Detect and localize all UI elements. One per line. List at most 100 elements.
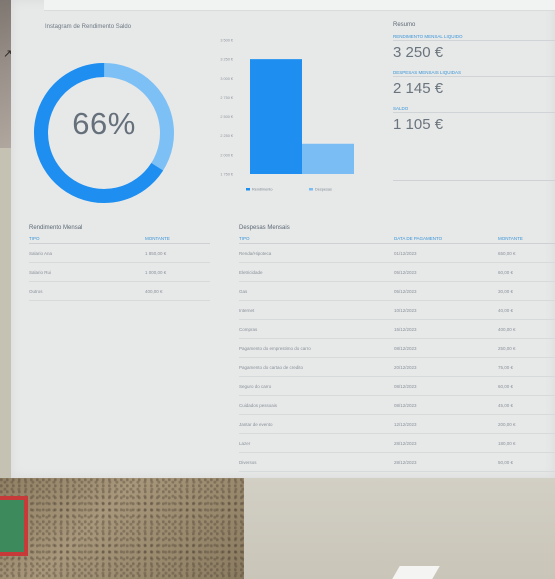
- table-cell: 180,00 €: [498, 440, 516, 446]
- table-cell: Salario Ana: [29, 250, 53, 256]
- table-cell: 400,00 €: [498, 326, 516, 332]
- summary-item: DESPESAS MENSAIS LIQUIDAS 2 145 €: [393, 70, 555, 97]
- expense-table-body: Renda/Hipoteca 01/12/2023 650,00 € Eletrici…: [239, 244, 555, 472]
- table-row: Cuidados pessoais 08/12/2023 45,00 €: [239, 396, 555, 415]
- table-cell: Pagamento do cartao de credito: [239, 364, 304, 370]
- background-red-object: [0, 496, 28, 556]
- table-cell: 40,00 €: [498, 307, 514, 313]
- legend-label: Despesas: [315, 188, 332, 192]
- table-cell: Compras: [239, 326, 258, 332]
- table-cell: 05/12/2023: [394, 269, 417, 275]
- top-strip: [44, 0, 555, 11]
- expense-table-title: Despesas Mensais: [239, 225, 290, 231]
- table-cell: 200,00 €: [498, 421, 516, 427]
- y-tick-label: 2 250 €: [220, 134, 234, 138]
- bar: [250, 59, 302, 175]
- table-cell: 15/12/2023: [394, 326, 417, 332]
- summary-value: 1 105 €: [393, 116, 444, 133]
- table-row: Jantar de evento 12/12/2023 200,00 €: [239, 415, 555, 434]
- income-table: Rendimento Mensal TIPO MONTANTE Salario …: [29, 225, 210, 301]
- table-cell: Jantar de evento: [239, 421, 273, 427]
- background-photo-bottom-right: [244, 478, 555, 579]
- table-row: Diversos 28/12/2023 50,00 €: [239, 453, 555, 472]
- pen-mark-icon: ↗: [3, 47, 13, 60]
- summary-value: 2 145 €: [393, 80, 444, 97]
- summary-item: RENDIMENTO MENSAL LIQUIDO 3 250 €: [393, 34, 555, 61]
- summary-title: Resumo: [393, 22, 416, 28]
- table-row: Compras 15/12/2023 400,00 €: [239, 320, 555, 339]
- summary-value: 3 250 €: [393, 44, 444, 61]
- summary-divider: [393, 112, 555, 113]
- table-row: Internet 10/12/2023 40,00 €: [239, 301, 555, 320]
- income-table-body: Salario Ana 1 850,00 € Salario Rui 1 000,00…: [29, 244, 210, 301]
- table-cell: 75,00 €: [498, 364, 514, 370]
- table-cell: 12/12/2023: [394, 421, 417, 427]
- table-row: Salario Ana 1 850,00 €: [29, 244, 210, 263]
- table-cell: 1 000,00 €: [145, 269, 167, 275]
- table-cell: 60,00 €: [498, 383, 514, 389]
- background-white-shape: [392, 566, 440, 579]
- table-cell: Seguro do carro: [239, 383, 272, 389]
- table-cell: 1 850,00 €: [145, 250, 167, 256]
- y-tick-label: 2 500 €: [220, 115, 234, 119]
- bar: [302, 143, 354, 174]
- y-tick-label: 3 250 €: [220, 58, 234, 62]
- table-row: Salario Rui 1 000,00 €: [29, 263, 210, 282]
- table-cell: Gas: [239, 288, 248, 294]
- table-cell: 60,00 €: [498, 269, 514, 275]
- summary-panel: Resumo RENDIMENTO MENSAL LIQUIDO 3 250 €…: [393, 22, 555, 181]
- table-cell: 05/12/2023: [394, 288, 417, 294]
- table-cell: Salario Rui: [29, 269, 52, 275]
- table-cell: 45,00 €: [498, 402, 514, 408]
- y-tick-label: 1 750 €: [220, 173, 234, 177]
- col-header-amount[interactable]: MONTANTE: [498, 236, 555, 241]
- table-cell: 250,00 €: [498, 345, 516, 351]
- summary-bottom-divider: [393, 180, 555, 181]
- summary-label: SALDO: [393, 106, 409, 111]
- table-cell: 650,00 €: [498, 250, 516, 256]
- table-cell: 08/12/2023: [394, 402, 417, 408]
- table-row: Eletricidade 05/12/2023 60,00 €: [239, 263, 555, 282]
- summary-divider: [393, 76, 555, 77]
- donut-percent-label: 66%: [72, 106, 136, 141]
- table-cell: Cuidados pessoais: [239, 402, 278, 408]
- table-row: Pagamento do cartao de credito 20/12/2023…: [239, 358, 555, 377]
- legend-swatch: [246, 188, 250, 191]
- col-header-type[interactable]: TIPO: [29, 236, 145, 241]
- y-tick-label: 3 500 €: [220, 39, 234, 43]
- col-header-amount[interactable]: MONTANTE: [145, 236, 210, 241]
- table-row: Gas 05/12/2023 30,00 €: [239, 282, 555, 301]
- table-cell: 08/12/2023: [394, 345, 417, 351]
- summary-label: DESPESAS MENSAIS LIQUIDAS: [393, 70, 462, 75]
- donut-title: Instagram de Rendimento Saldo: [45, 24, 132, 30]
- table-row: Pagamento do emprestimo do carro 08/12/20…: [239, 339, 555, 358]
- bar-chart: 3 500 € 3 250 € 3 000 € 2 750 € 2 500 € 2 250…: [220, 39, 354, 192]
- summary-item: SALDO 1 105 €: [393, 106, 555, 133]
- table-cell: Diversos: [239, 459, 257, 465]
- legend-swatch: [309, 188, 313, 191]
- expense-table-header: TIPO DATA DE PAGAMENTO MONTANTE: [239, 236, 555, 244]
- table-cell: 28/12/2023: [394, 459, 417, 465]
- table-row: Outros 400,00 €: [29, 282, 210, 301]
- y-tick-label: 3 000 €: [220, 77, 234, 81]
- table-cell: 01/12/2023: [394, 250, 417, 256]
- table-cell: 400,00 €: [145, 288, 163, 294]
- y-tick-label: 2 000 €: [220, 153, 234, 157]
- y-tick-label: 2 750 €: [220, 96, 234, 100]
- col-header-payment-date[interactable]: DATA DE PAGAMENTO: [394, 236, 498, 241]
- table-cell: 20/12/2023: [394, 364, 417, 370]
- table-cell: Outros: [29, 288, 43, 294]
- summary-label: RENDIMENTO MENSAL LIQUIDO: [393, 34, 463, 39]
- table-cell: Internet: [239, 307, 255, 313]
- table-row: Renda/Hipoteca 01/12/2023 650,00 €: [239, 244, 555, 263]
- table-cell: 10/12/2023: [394, 307, 417, 313]
- table-cell: Eletricidade: [239, 269, 263, 275]
- table-row: Lazer 28/12/2023 180,00 €: [239, 434, 555, 453]
- expense-table: Despesas Mensais TIPO DATA DE PAGAMENTO …: [239, 225, 555, 472]
- income-table-title: Rendimento Mensal: [29, 225, 83, 231]
- table-cell: 28/12/2023: [394, 440, 417, 446]
- col-header-type[interactable]: TIPO: [239, 236, 394, 241]
- summary-divider: [393, 40, 555, 41]
- table-row: Seguro do carro 08/12/2023 60,00 €: [239, 377, 555, 396]
- table-cell: 08/12/2023: [394, 383, 417, 389]
